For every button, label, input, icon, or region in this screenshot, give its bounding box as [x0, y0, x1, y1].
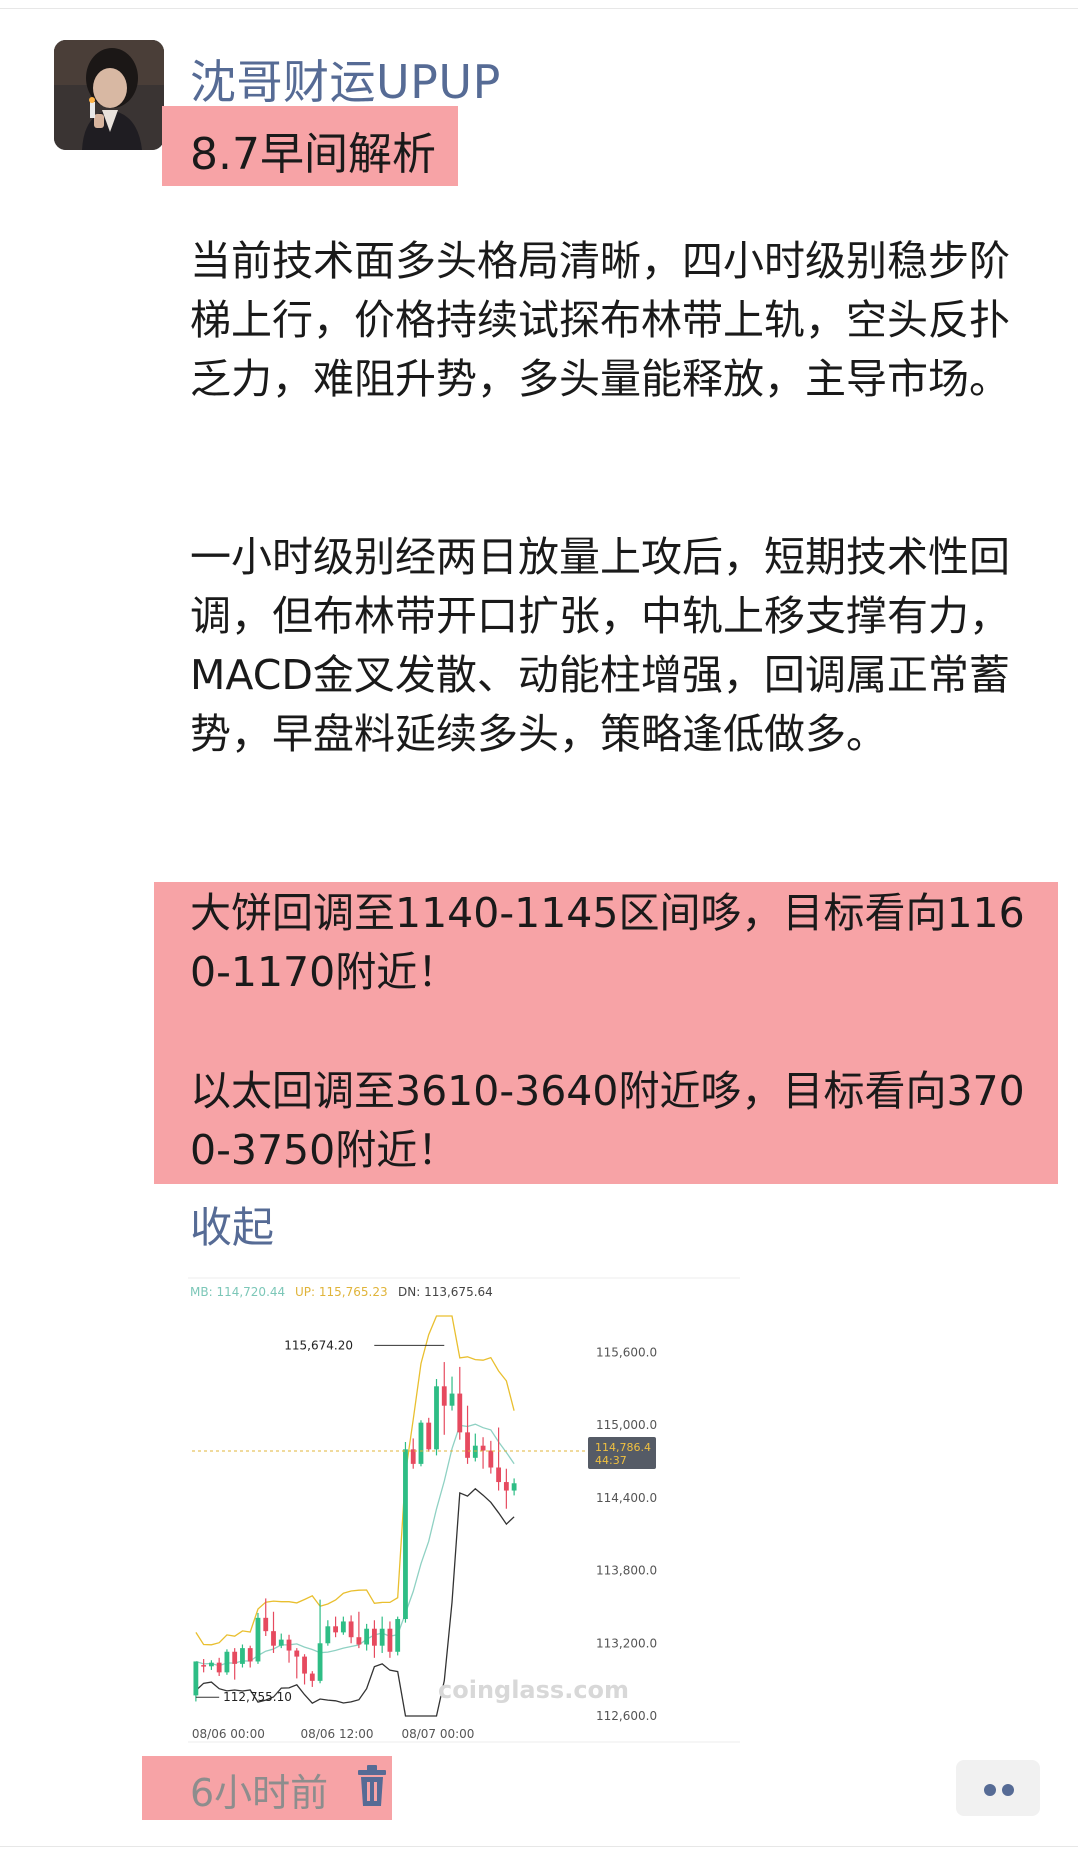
y-tick-label: 112,600.0	[596, 1709, 657, 1723]
legend-up: UP: 115,765.23	[295, 1285, 388, 1299]
x-tick-label: 08/06 12:00	[301, 1727, 374, 1741]
candle-body	[472, 1445, 478, 1458]
y-tick-label: 113,800.0	[596, 1564, 657, 1578]
candle-body	[364, 1628, 370, 1645]
candle-body	[263, 1617, 269, 1632]
low-price-label: 112,755.10	[223, 1690, 292, 1704]
candle-body	[496, 1467, 502, 1483]
candle-body	[278, 1639, 284, 1646]
x-tick-label: 08/06 00:00	[192, 1727, 265, 1741]
paragraph-2: 一小时级别经两日放量上攻后，短期技术性回调，但布林带开口扩张，中轨上移支撑有力，…	[190, 533, 1010, 758]
candle-body	[317, 1643, 323, 1681]
candle-body	[503, 1482, 509, 1491]
candle-body	[232, 1651, 238, 1664]
y-tick-label: 115,600.0	[596, 1345, 657, 1359]
candle-body	[371, 1628, 377, 1646]
candle-body	[271, 1631, 276, 1646]
candle-body	[379, 1628, 385, 1646]
candle-body	[325, 1626, 331, 1644]
candle-body	[387, 1628, 393, 1652]
candle-body	[449, 1393, 455, 1406]
signal-paragraph-eth: 以太回调至3610-3640附近哆，目标看向3700-3750附近！	[190, 1067, 1025, 1174]
candle-body	[488, 1450, 494, 1468]
candle-body	[426, 1422, 432, 1450]
candle-body	[224, 1651, 230, 1673]
candle-body	[395, 1619, 401, 1652]
collapse-link[interactable]: 收起	[190, 1194, 274, 1255]
avatar[interactable]	[54, 40, 164, 150]
candle-body	[418, 1422, 424, 1464]
bottom-divider	[0, 1846, 1078, 1847]
watermark-label: coinglass.com	[438, 1676, 629, 1704]
candle-body	[286, 1639, 292, 1651]
post-title: 8.7早间解析	[190, 129, 436, 180]
candle-body	[340, 1621, 346, 1633]
candle-body	[193, 1661, 199, 1696]
candle-body	[309, 1673, 315, 1681]
candlestick-chart: MB: 114,720.44 UP: 115,765.23 DN: 113,67…	[188, 1276, 748, 1746]
candle-body	[480, 1445, 486, 1451]
candle-body	[403, 1449, 408, 1620]
post-time: 6小时前	[190, 1771, 329, 1815]
candle-body	[356, 1637, 362, 1645]
candle-body	[465, 1432, 470, 1458]
countdown-label: 44:37	[595, 1454, 627, 1467]
avatar-image	[54, 40, 164, 150]
candle-body	[511, 1483, 517, 1491]
candle-body	[434, 1386, 439, 1450]
paragraph-1: 当前技术面多头格局清晰，四小时级别稳步阶梯上行，价格持续试探布林带上轨，空头反扑…	[190, 237, 1010, 403]
y-tick-label: 115,000.0	[596, 1418, 657, 1432]
legend-dn: DN: 113,675.64	[398, 1285, 493, 1299]
candle-body	[441, 1386, 447, 1406]
x-tick-label: 08/07 00:00	[401, 1727, 474, 1741]
candle-body	[208, 1662, 214, 1667]
candle-body	[348, 1621, 354, 1638]
more-dot-icon	[1002, 1784, 1014, 1796]
signal-paragraph-btc: 大饼回调至1140-1145区间哆，目标看向1160-1170附近！	[190, 889, 1025, 996]
y-tick-label: 113,200.0	[596, 1636, 657, 1650]
candle-body	[216, 1662, 222, 1673]
more-dot-icon	[984, 1784, 996, 1796]
y-tick-label: 114,400.0	[596, 1491, 657, 1505]
legend-mb: MB: 114,720.44	[190, 1285, 285, 1299]
current-price-label: 114,786.4	[595, 1441, 651, 1454]
more-button[interactable]	[956, 1760, 1040, 1816]
candle-body	[247, 1648, 253, 1662]
trash-icon[interactable]	[352, 1764, 392, 1808]
top-divider	[0, 8, 1078, 9]
candle-body	[294, 1650, 300, 1657]
candle-body	[240, 1648, 245, 1664]
username[interactable]: 沈哥财运UPUP	[190, 46, 501, 112]
candle-body	[255, 1617, 261, 1662]
candle-body	[410, 1449, 416, 1464]
chart-image[interactable]: MB: 114,720.44 UP: 115,765.23 DN: 113,67…	[188, 1276, 748, 1746]
candle-body	[302, 1656, 307, 1674]
candle-body	[333, 1626, 339, 1633]
candle-body	[457, 1393, 463, 1433]
candle-body	[201, 1665, 207, 1667]
high-price-label: 115,674.20	[284, 1338, 353, 1352]
